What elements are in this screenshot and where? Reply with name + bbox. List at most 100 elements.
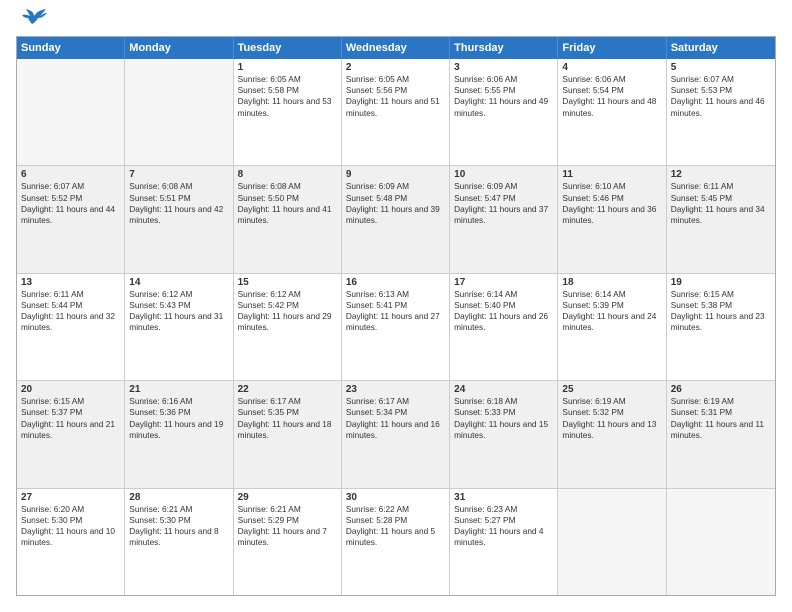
calendar-cell: 1Sunrise: 6:05 AMSunset: 5:58 PMDaylight…	[234, 59, 342, 165]
calendar-row-2: 13Sunrise: 6:11 AMSunset: 5:44 PMDayligh…	[17, 274, 775, 381]
calendar-row-0: 1Sunrise: 6:05 AMSunset: 5:58 PMDaylight…	[17, 59, 775, 166]
sunset-text: Sunset: 5:41 PM	[346, 300, 445, 311]
calendar-body: 1Sunrise: 6:05 AMSunset: 5:58 PMDaylight…	[17, 59, 775, 595]
sunrise-text: Sunrise: 6:17 AM	[346, 396, 445, 407]
sunset-text: Sunset: 5:55 PM	[454, 85, 553, 96]
header-day-thursday: Thursday	[450, 37, 558, 59]
calendar-cell: 12Sunrise: 6:11 AMSunset: 5:45 PMDayligh…	[667, 166, 775, 272]
sunset-text: Sunset: 5:28 PM	[346, 515, 445, 526]
calendar-cell	[125, 59, 233, 165]
day-number: 13	[21, 277, 120, 288]
sunrise-text: Sunrise: 6:07 AM	[21, 181, 120, 192]
sunset-text: Sunset: 5:45 PM	[671, 193, 771, 204]
calendar-cell: 14Sunrise: 6:12 AMSunset: 5:43 PMDayligh…	[125, 274, 233, 380]
sunset-text: Sunset: 5:58 PM	[238, 85, 337, 96]
daylight-text: Daylight: 11 hours and 19 minutes.	[129, 419, 228, 441]
sunset-text: Sunset: 5:29 PM	[238, 515, 337, 526]
sunrise-text: Sunrise: 6:06 AM	[454, 74, 553, 85]
sunrise-text: Sunrise: 6:08 AM	[238, 181, 337, 192]
sunset-text: Sunset: 5:34 PM	[346, 407, 445, 418]
sunset-text: Sunset: 5:35 PM	[238, 407, 337, 418]
calendar-cell: 13Sunrise: 6:11 AMSunset: 5:44 PMDayligh…	[17, 274, 125, 380]
header-day-sunday: Sunday	[17, 37, 125, 59]
daylight-text: Daylight: 11 hours and 42 minutes.	[129, 204, 228, 226]
calendar-cell: 2Sunrise: 6:05 AMSunset: 5:56 PMDaylight…	[342, 59, 450, 165]
sunset-text: Sunset: 5:51 PM	[129, 193, 228, 204]
day-number: 23	[346, 384, 445, 395]
sunrise-text: Sunrise: 6:21 AM	[129, 504, 228, 515]
daylight-text: Daylight: 11 hours and 5 minutes.	[346, 526, 445, 548]
sunrise-text: Sunrise: 6:19 AM	[562, 396, 661, 407]
calendar-cell: 20Sunrise: 6:15 AMSunset: 5:37 PMDayligh…	[17, 381, 125, 487]
calendar-cell: 8Sunrise: 6:08 AMSunset: 5:50 PMDaylight…	[234, 166, 342, 272]
sunrise-text: Sunrise: 6:15 AM	[671, 289, 771, 300]
day-number: 11	[562, 169, 661, 180]
sunrise-text: Sunrise: 6:23 AM	[454, 504, 553, 515]
day-number: 24	[454, 384, 553, 395]
logo-text-block	[16, 16, 48, 26]
sunset-text: Sunset: 5:42 PM	[238, 300, 337, 311]
daylight-text: Daylight: 11 hours and 4 minutes.	[454, 526, 553, 548]
day-number: 14	[129, 277, 228, 288]
sunset-text: Sunset: 5:56 PM	[346, 85, 445, 96]
day-number: 16	[346, 277, 445, 288]
calendar-cell: 15Sunrise: 6:12 AMSunset: 5:42 PMDayligh…	[234, 274, 342, 380]
sunrise-text: Sunrise: 6:09 AM	[346, 181, 445, 192]
day-number: 28	[129, 492, 228, 503]
calendar-cell: 23Sunrise: 6:17 AMSunset: 5:34 PMDayligh…	[342, 381, 450, 487]
daylight-text: Daylight: 11 hours and 39 minutes.	[346, 204, 445, 226]
calendar-cell: 28Sunrise: 6:21 AMSunset: 5:30 PMDayligh…	[125, 489, 233, 595]
daylight-text: Daylight: 11 hours and 29 minutes.	[238, 311, 337, 333]
calendar-cell: 29Sunrise: 6:21 AMSunset: 5:29 PMDayligh…	[234, 489, 342, 595]
day-number: 2	[346, 62, 445, 73]
daylight-text: Daylight: 11 hours and 51 minutes.	[346, 96, 445, 118]
day-number: 12	[671, 169, 771, 180]
daylight-text: Daylight: 11 hours and 21 minutes.	[21, 419, 120, 441]
sunset-text: Sunset: 5:32 PM	[562, 407, 661, 418]
daylight-text: Daylight: 11 hours and 18 minutes.	[238, 419, 337, 441]
sunset-text: Sunset: 5:47 PM	[454, 193, 553, 204]
daylight-text: Daylight: 11 hours and 41 minutes.	[238, 204, 337, 226]
sunrise-text: Sunrise: 6:21 AM	[238, 504, 337, 515]
calendar-cell	[17, 59, 125, 165]
sunset-text: Sunset: 5:30 PM	[129, 515, 228, 526]
daylight-text: Daylight: 11 hours and 36 minutes.	[562, 204, 661, 226]
sunrise-text: Sunrise: 6:13 AM	[346, 289, 445, 300]
calendar-cell: 22Sunrise: 6:17 AMSunset: 5:35 PMDayligh…	[234, 381, 342, 487]
sunset-text: Sunset: 5:39 PM	[562, 300, 661, 311]
calendar-row-3: 20Sunrise: 6:15 AMSunset: 5:37 PMDayligh…	[17, 381, 775, 488]
sunrise-text: Sunrise: 6:14 AM	[454, 289, 553, 300]
sunrise-text: Sunrise: 6:19 AM	[671, 396, 771, 407]
header-day-saturday: Saturday	[667, 37, 775, 59]
daylight-text: Daylight: 11 hours and 16 minutes.	[346, 419, 445, 441]
sunset-text: Sunset: 5:31 PM	[671, 407, 771, 418]
calendar-header: SundayMondayTuesdayWednesdayThursdayFrid…	[17, 37, 775, 59]
sunrise-text: Sunrise: 6:17 AM	[238, 396, 337, 407]
sunset-text: Sunset: 5:38 PM	[671, 300, 771, 311]
header	[16, 16, 776, 26]
calendar-cell: 3Sunrise: 6:06 AMSunset: 5:55 PMDaylight…	[450, 59, 558, 165]
day-number: 6	[21, 169, 120, 180]
day-number: 8	[238, 169, 337, 180]
sunrise-text: Sunrise: 6:12 AM	[238, 289, 337, 300]
calendar-cell	[667, 489, 775, 595]
calendar-cell: 26Sunrise: 6:19 AMSunset: 5:31 PMDayligh…	[667, 381, 775, 487]
calendar-row-1: 6Sunrise: 6:07 AMSunset: 5:52 PMDaylight…	[17, 166, 775, 273]
header-day-tuesday: Tuesday	[234, 37, 342, 59]
daylight-text: Daylight: 11 hours and 7 minutes.	[238, 526, 337, 548]
daylight-text: Daylight: 11 hours and 32 minutes.	[21, 311, 120, 333]
sunrise-text: Sunrise: 6:05 AM	[238, 74, 337, 85]
header-day-monday: Monday	[125, 37, 233, 59]
sunset-text: Sunset: 5:46 PM	[562, 193, 661, 204]
calendar-cell: 10Sunrise: 6:09 AMSunset: 5:47 PMDayligh…	[450, 166, 558, 272]
day-number: 29	[238, 492, 337, 503]
sunset-text: Sunset: 5:54 PM	[562, 85, 661, 96]
sunrise-text: Sunrise: 6:22 AM	[346, 504, 445, 515]
day-number: 21	[129, 384, 228, 395]
day-number: 3	[454, 62, 553, 73]
day-number: 27	[21, 492, 120, 503]
daylight-text: Daylight: 11 hours and 34 minutes.	[671, 204, 771, 226]
day-number: 18	[562, 277, 661, 288]
sunrise-text: Sunrise: 6:14 AM	[562, 289, 661, 300]
day-number: 10	[454, 169, 553, 180]
